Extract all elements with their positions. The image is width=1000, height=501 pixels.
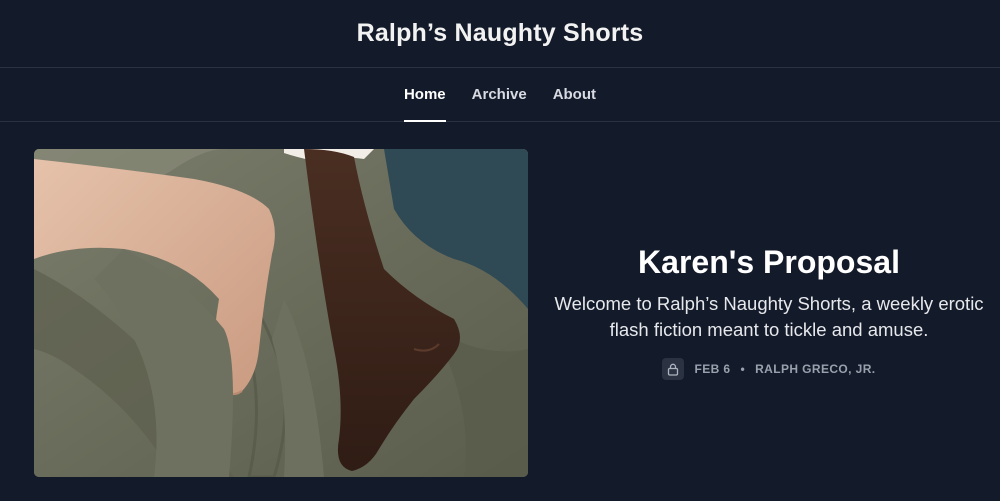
meta-separator: • xyxy=(740,362,746,376)
nav-home[interactable]: Home xyxy=(403,68,446,122)
site-header: Ralph’s Naughty Shorts xyxy=(0,0,1000,68)
post-subtitle: Welcome to Ralph’s Naughty Shorts, a wee… xyxy=(554,293,984,340)
post-author[interactable]: RALPH GRECO, JR. xyxy=(755,362,875,376)
post-title[interactable]: Karen's Proposal xyxy=(638,244,900,281)
cover-illustration xyxy=(34,149,528,477)
site-title[interactable]: Ralph’s Naughty Shorts xyxy=(357,19,644,48)
nav-archive[interactable]: Archive xyxy=(472,68,527,121)
post-summary: Karen's Proposal Welcome to Ralph’s Naug… xyxy=(528,149,1000,477)
featured-post: Karen's Proposal Welcome to Ralph’s Naug… xyxy=(0,122,1000,477)
lock-icon xyxy=(662,358,685,380)
nav-about[interactable]: About xyxy=(553,68,596,121)
post-cover-image[interactable] xyxy=(34,149,528,477)
post-meta: FEB 6 • RALPH GRECO, JR. xyxy=(662,358,875,380)
post-date: FEB 6 xyxy=(694,362,731,376)
main-nav: Home Archive About xyxy=(0,68,1000,122)
